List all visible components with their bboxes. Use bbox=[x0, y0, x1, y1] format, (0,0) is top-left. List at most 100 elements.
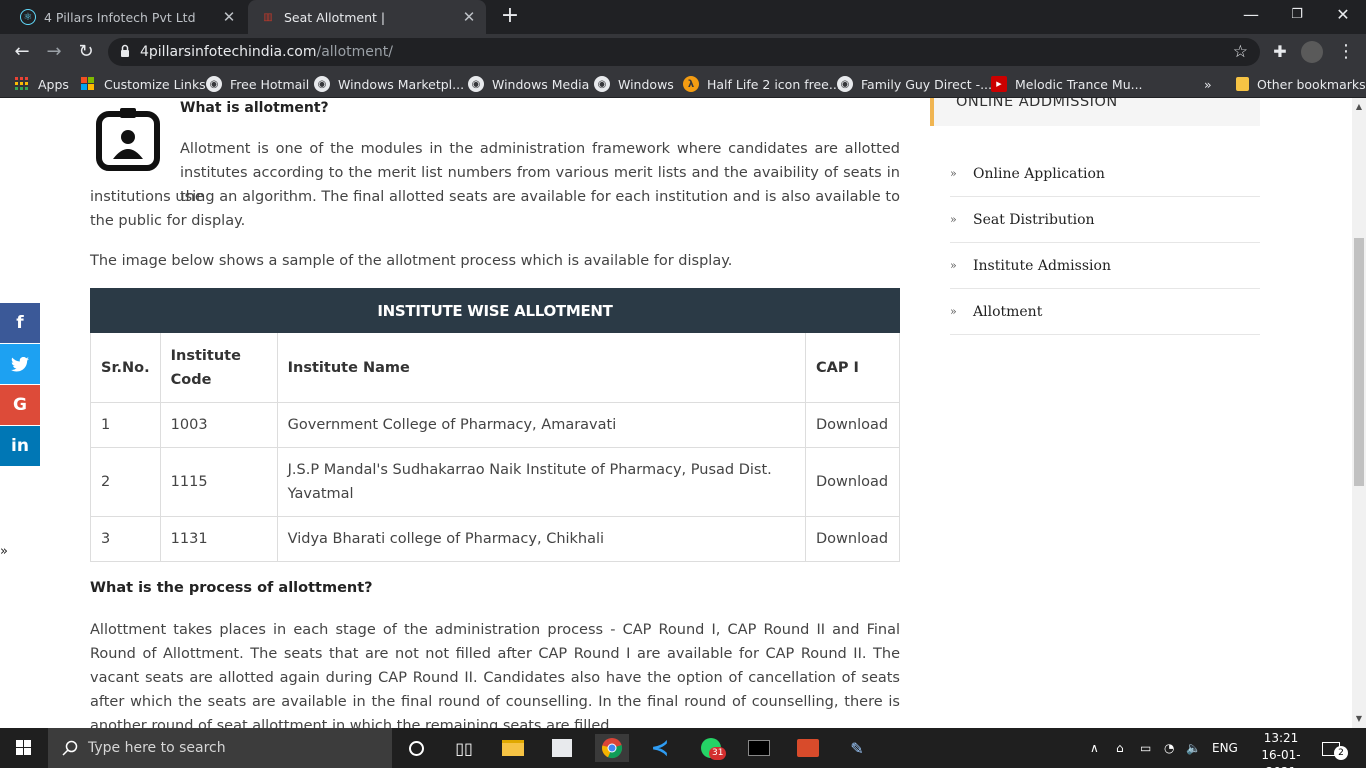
globe-icon: ◉ bbox=[206, 76, 222, 92]
table-row: 1 1003 Government College of Pharmacy, A… bbox=[90, 402, 900, 448]
bookmark-customize-links[interactable]: Customize Links bbox=[80, 70, 206, 98]
table-caption: INSTITUTE WISE ALLOTMENT bbox=[90, 288, 900, 333]
search-icon bbox=[62, 740, 78, 756]
chrome-icon bbox=[602, 738, 623, 759]
bookmark-half-life[interactable]: λ Half Life 2 icon free... bbox=[683, 70, 841, 98]
task-view-icon[interactable]: ▯▯ bbox=[450, 734, 478, 762]
allotment-table: INSTITUTE WISE ALLOTMENT Sr.No. Institut… bbox=[90, 288, 900, 562]
cell-institute-code: 1115 bbox=[159, 447, 278, 517]
sidebar-item-online-application[interactable]: » Online Application bbox=[950, 151, 1260, 197]
sidebar-item-allotment[interactable]: » Allotment bbox=[950, 289, 1260, 335]
tray-device-icon[interactable]: ⌂ bbox=[1116, 728, 1124, 768]
bookmark-family-guy[interactable]: ◉ Family Guy Direct -... bbox=[837, 70, 992, 98]
close-window-button[interactable]: ✕ bbox=[1320, 0, 1366, 30]
bookmark-apps[interactable]: Apps bbox=[14, 70, 69, 98]
share-bar-toggle[interactable]: » bbox=[0, 544, 8, 559]
battery-icon[interactable]: ▭ bbox=[1140, 728, 1151, 768]
extensions-icon[interactable]: ✚ bbox=[1268, 40, 1292, 64]
bookmark-windows[interactable]: ◉ Windows bbox=[594, 70, 674, 98]
page-content: What is allotment? Allotment is one of t… bbox=[0, 98, 1352, 728]
twitter-share-button[interactable] bbox=[0, 344, 40, 384]
google-share-button[interactable]: G bbox=[0, 385, 40, 425]
start-button[interactable] bbox=[0, 728, 48, 768]
language-indicator[interactable]: ENG bbox=[1212, 728, 1238, 768]
url-host: 4pillarsinfotechindia.com bbox=[140, 44, 317, 60]
bookmark-label: Windows Marketpl... bbox=[338, 76, 465, 92]
reload-icon[interactable]: ↻ bbox=[74, 40, 98, 64]
header-institute-name: Institute Name bbox=[276, 332, 807, 403]
bookmark-label: Half Life 2 icon free... bbox=[707, 76, 841, 92]
forward-icon[interactable]: → bbox=[42, 40, 66, 64]
lambda-icon: λ bbox=[683, 76, 699, 92]
bookmarks-bar: Apps Customize Links ◉ Free Hotmail ◉ Wi… bbox=[0, 70, 1366, 98]
browser-toolbar: ← → ↻ 4pillarsinfotechindia.com/allotmen… bbox=[0, 34, 1366, 70]
menu-icon[interactable]: ⋮ bbox=[1334, 40, 1358, 64]
scrollbar-thumb[interactable] bbox=[1354, 238, 1364, 486]
new-tab-button[interactable]: + bbox=[498, 4, 522, 28]
twitter-bird-icon bbox=[11, 356, 29, 372]
paint-icon[interactable]: ✎ bbox=[843, 734, 871, 762]
scroll-down-icon[interactable]: ▼ bbox=[1352, 712, 1366, 726]
chevron-right-icon: » bbox=[950, 259, 957, 272]
paragraph-sample-note: The image below shows a sample of the al… bbox=[90, 253, 733, 269]
table-header-row: Sr.No. Institute Code Institute Name CAP… bbox=[90, 332, 900, 403]
close-tab-icon[interactable]: ✕ bbox=[460, 8, 478, 26]
sidebar-item-label: Allotment bbox=[973, 303, 1043, 320]
vscode-icon[interactable]: ≺ bbox=[646, 734, 674, 762]
office-app-icon[interactable] bbox=[794, 734, 822, 762]
header-cap-i: CAP I bbox=[805, 332, 900, 403]
browser-tab-active[interactable]: ▥ Seat Allotment | ✕ bbox=[248, 0, 486, 34]
site-favicon-icon: ▥ bbox=[263, 11, 273, 23]
windows-start-icon bbox=[16, 740, 31, 755]
bookmark-free-hotmail[interactable]: ◉ Free Hotmail bbox=[206, 70, 309, 98]
cortana-icon[interactable] bbox=[402, 734, 430, 762]
restore-button[interactable]: ❐ bbox=[1274, 0, 1320, 30]
wifi-icon[interactable]: ◔ bbox=[1164, 728, 1174, 768]
chevron-right-icon: » bbox=[950, 213, 957, 226]
chevron-right-icon: » bbox=[950, 167, 957, 180]
page-scrollbar[interactable]: ▲ ▼ bbox=[1352, 98, 1366, 728]
facebook-share-button[interactable]: f bbox=[0, 303, 40, 343]
search-placeholder: Type here to search bbox=[88, 740, 226, 756]
whatsapp-icon[interactable]: 31 bbox=[697, 734, 727, 762]
cell-institute-name: Vidya Bharati college of Pharmacy, Chikh… bbox=[276, 516, 807, 562]
chrome-taskbar-icon[interactable] bbox=[595, 734, 629, 762]
bookmark-star-icon[interactable]: ☆ bbox=[1233, 38, 1248, 66]
scroll-up-icon[interactable]: ▲ bbox=[1352, 100, 1366, 114]
table-row: 3 1131 Vidya Bharati college of Pharmacy… bbox=[90, 516, 900, 562]
sidebar-item-seat-distribution[interactable]: » Seat Distribution bbox=[950, 197, 1260, 243]
react-logo-icon: ⚛ bbox=[20, 9, 36, 25]
header-sr-no: Sr.No. bbox=[90, 332, 161, 403]
address-bar[interactable]: 4pillarsinfotechindia.com/allotment/ ☆ bbox=[108, 38, 1260, 66]
volume-icon[interactable]: 🔈 bbox=[1186, 728, 1201, 768]
linkedin-share-button[interactable]: in bbox=[0, 426, 40, 466]
browser-tab-strip: ⚛ 4 Pillars Infotech Pvt Ltd ✕ ▥ Seat Al… bbox=[0, 0, 1366, 34]
minimize-button[interactable]: — bbox=[1228, 0, 1274, 30]
tray-overflow-icon[interactable]: ∧ bbox=[1090, 728, 1099, 768]
sidebar-item-institute-admission[interactable]: » Institute Admission bbox=[950, 243, 1260, 289]
cell-sr-no: 2 bbox=[90, 447, 161, 517]
bookmark-windows-marketplace[interactable]: ◉ Windows Marketpl... bbox=[314, 70, 464, 98]
bookmark-windows-media[interactable]: ◉ Windows Media bbox=[468, 70, 589, 98]
download-link[interactable]: Download bbox=[805, 447, 900, 517]
browser-tab[interactable]: ⚛ 4 Pillars Infotech Pvt Ltd ✕ bbox=[8, 0, 246, 34]
download-link[interactable]: Download bbox=[805, 402, 900, 448]
paragraph-process: Allottment takes places in each stage of… bbox=[90, 622, 900, 728]
url-text: 4pillarsinfotechindia.com/allotment/ bbox=[140, 38, 393, 66]
back-icon[interactable]: ← bbox=[10, 40, 34, 64]
cell-sr-no: 1 bbox=[90, 402, 161, 448]
other-bookmarks[interactable]: Other bookmarks bbox=[1236, 70, 1366, 98]
download-link[interactable]: Download bbox=[805, 516, 900, 562]
file-explorer-icon[interactable] bbox=[499, 734, 527, 762]
taskbar-search-box[interactable]: Type here to search bbox=[48, 728, 392, 768]
system-clock[interactable]: 13:21 16-01-2021 bbox=[1250, 730, 1312, 781]
profile-avatar[interactable] bbox=[1300, 40, 1324, 64]
close-tab-icon[interactable]: ✕ bbox=[220, 8, 238, 26]
notification-center-button[interactable]: 2 bbox=[1322, 728, 1348, 768]
bookmarks-overflow-button[interactable]: » bbox=[1204, 70, 1212, 98]
heading-what-is-allotment: What is allotment? bbox=[180, 100, 329, 116]
header-institute-code: Institute Code bbox=[159, 332, 278, 403]
terminal-icon[interactable] bbox=[745, 734, 773, 762]
store-icon[interactable] bbox=[548, 734, 576, 762]
bookmark-melodic-trance[interactable]: ▶ Melodic Trance Mu... bbox=[991, 70, 1143, 98]
